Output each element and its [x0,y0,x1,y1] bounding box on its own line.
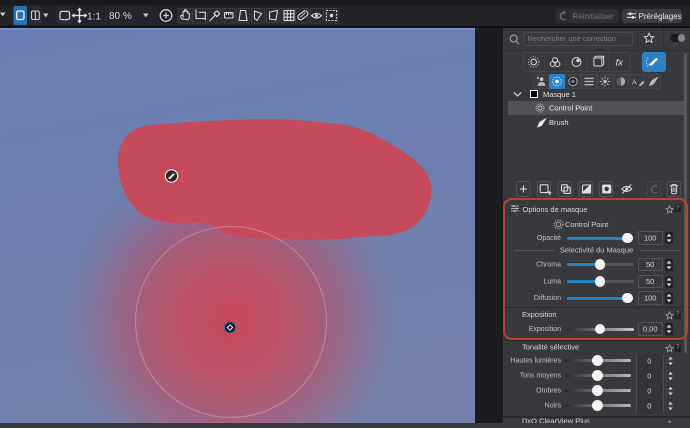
svg-text:Rechercher une correction: Rechercher une correction [528,34,616,43]
svg-text:Tonalité sélective: Tonalité sélective [522,343,579,352]
svg-text:Réinitialiser: Réinitialiser [573,12,615,21]
svg-text:0: 0 [647,356,651,365]
svg-text:Préréglages: Préréglages [639,12,682,21]
svg-text:Hautes lumières: Hautes lumières [510,358,561,365]
svg-text:Noirs: Noirs [545,403,562,410]
svg-text:0: 0 [647,371,651,380]
svg-text:?: ? [676,345,680,351]
svg-text:Control Point: Control Point [549,104,593,113]
svg-text:Ombres: Ombres [536,388,561,395]
svg-text:0: 0 [647,401,651,410]
svg-text:Masque 1: Masque 1 [543,90,576,99]
svg-text:0: 0 [647,386,651,395]
svg-text:DxO ClearView Plus: DxO ClearView Plus [522,416,590,423]
svg-text:Tons moyens: Tons moyens [520,373,562,380]
svg-text:Brush: Brush [549,118,569,127]
